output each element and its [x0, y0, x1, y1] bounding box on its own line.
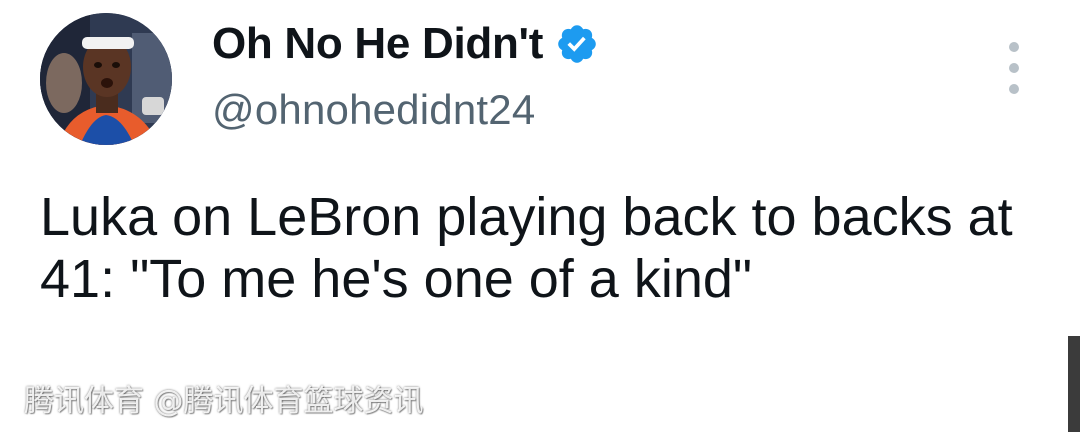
edge-bar — [1068, 336, 1080, 432]
more-options-button[interactable] — [1000, 42, 1028, 94]
author-name-row: Oh No He Didn't — [212, 12, 599, 76]
more-vertical-icon-dot-3 — [1009, 84, 1019, 94]
avatar-image — [40, 13, 172, 145]
tweet-text: Luka on LeBron playing back to backs at … — [40, 187, 1013, 309]
more-vertical-icon-dot-2 — [1009, 63, 1019, 73]
avatar[interactable] — [40, 13, 172, 145]
verified-badge-icon — [555, 22, 599, 66]
tweet-card: Oh No He Didn't @ohnohedidnt24 Luka on L… — [0, 0, 1080, 432]
watermark: 腾讯体育 @腾讯体育篮球资讯 — [24, 384, 424, 419]
author-display-name[interactable]: Oh No He Didn't — [212, 19, 543, 69]
more-vertical-icon — [1009, 42, 1019, 52]
author-handle[interactable]: @ohnohedidnt24 — [212, 86, 535, 134]
